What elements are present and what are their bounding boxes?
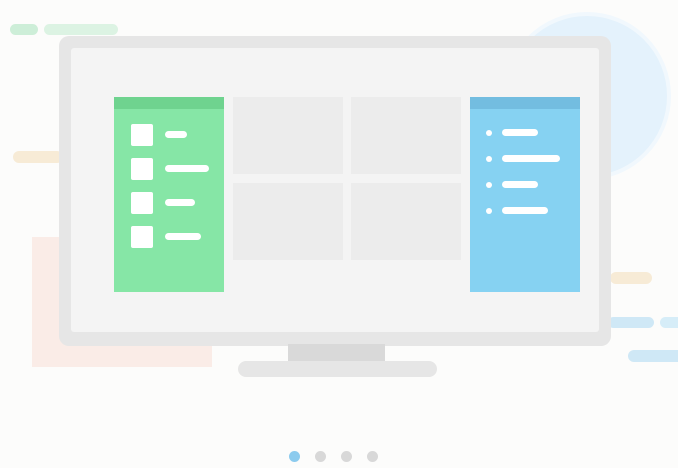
right-list-panel (470, 97, 580, 292)
decor-dash-green-2 (44, 24, 118, 35)
list-line (165, 131, 187, 138)
grid-tile (351, 183, 461, 260)
monitor-base (238, 361, 437, 377)
bullet-icon (486, 208, 492, 214)
decor-dash-yellow-right (610, 272, 652, 284)
checkbox-icon (131, 158, 153, 180)
grid-tile (351, 97, 461, 174)
left-panel-header (114, 97, 224, 109)
checkbox-icon (131, 192, 153, 214)
list-line (502, 207, 548, 214)
list-line (502, 129, 538, 136)
grid-tile (233, 183, 343, 260)
monitor-illustration (59, 36, 611, 346)
right-panel-header (470, 97, 580, 109)
decor-dash-green-1 (10, 24, 38, 35)
pagination-dot-3[interactable] (341, 451, 352, 462)
pagination-dot-1[interactable] (289, 451, 300, 462)
checkbox-icon (131, 124, 153, 146)
grid-tile (233, 97, 343, 174)
list-line (165, 233, 201, 240)
checkbox-icon (131, 226, 153, 248)
pagination-dot-4[interactable] (367, 451, 378, 462)
list-line (502, 155, 560, 162)
bullet-icon (486, 130, 492, 136)
decor-dash-blue-1 (608, 317, 654, 328)
pagination-dot-2[interactable] (315, 451, 326, 462)
bullet-icon (486, 182, 492, 188)
list-line (165, 199, 195, 206)
list-line (165, 165, 209, 172)
list-line (502, 181, 538, 188)
left-list-panel (114, 97, 224, 292)
monitor-screen (71, 48, 599, 332)
bullet-icon (486, 156, 492, 162)
decor-dash-blue-3 (628, 350, 678, 362)
decor-dash-blue-2 (660, 317, 678, 328)
decor-dash-yellow-left (13, 151, 63, 163)
